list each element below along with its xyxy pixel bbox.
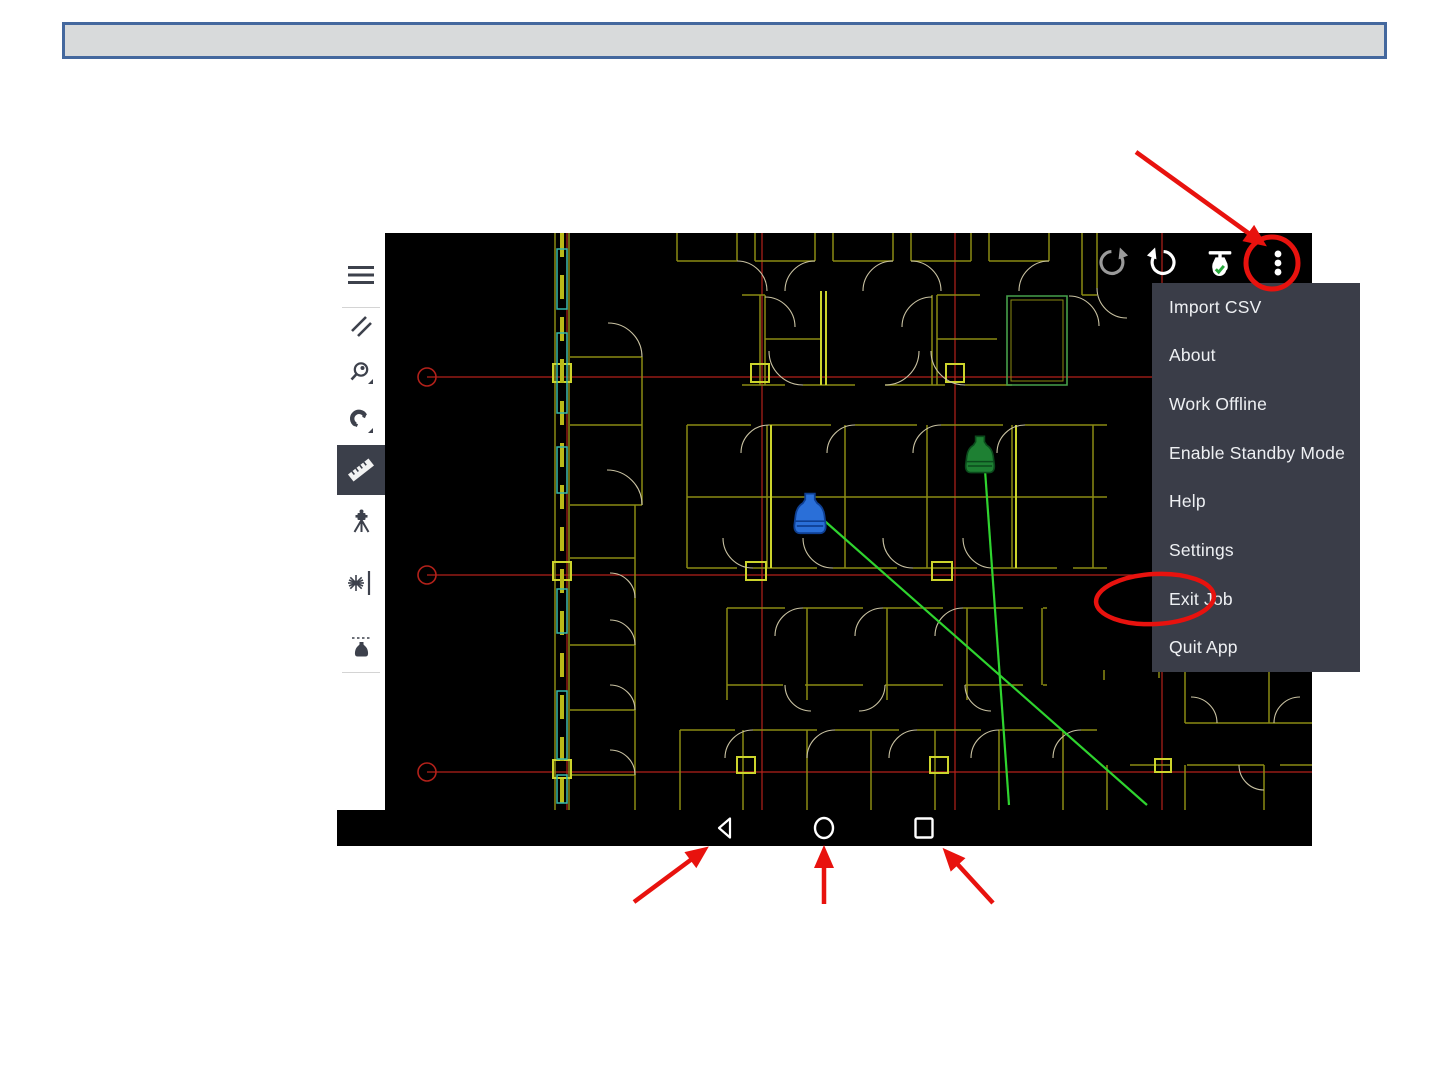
- menu-item-quit-app[interactable]: Quit App: [1152, 623, 1360, 672]
- prism-tool[interactable]: [337, 625, 385, 669]
- android-navbar: [337, 810, 1312, 846]
- prism-icon: [351, 636, 371, 656]
- app-window: Import CSV About Work Offline Enable Sta…: [337, 233, 1360, 846]
- menu-item-work-offline[interactable]: Work Offline: [1152, 380, 1360, 429]
- wall-accents: [552, 291, 1172, 779]
- hamburger-icon: [348, 266, 374, 284]
- total-station-tool[interactable]: [337, 499, 385, 543]
- measure-tool-selected[interactable]: [337, 445, 385, 495]
- magnifier-icon: [350, 361, 373, 384]
- arrow-to-back-button: [632, 846, 709, 904]
- overflow-menu-icon: [1274, 250, 1282, 276]
- recents-button[interactable]: [911, 815, 937, 841]
- menu-item-enable-standby-mode[interactable]: Enable Standby Mode: [1152, 429, 1360, 478]
- ruler-icon: [347, 458, 375, 482]
- draw-line-icon: [351, 316, 372, 337]
- hamburger-menu-button[interactable]: [337, 253, 385, 297]
- prism-marker-blue[interactable]: [793, 492, 827, 535]
- measurement-lines: [818, 469, 1148, 806]
- tool-sidebar: [337, 240, 385, 810]
- menu-item-exit-job[interactable]: Exit Job: [1152, 575, 1360, 624]
- instrument-check-button[interactable]: [1203, 246, 1237, 280]
- laser-icon: [348, 571, 371, 595]
- overflow-menu-button[interactable]: [1261, 246, 1295, 280]
- home-button[interactable]: [811, 815, 837, 841]
- green-room: [1006, 295, 1068, 386]
- home-icon: [813, 816, 835, 840]
- tutorial-page: { "header_box": { "text": "" }, "app": {…: [0, 0, 1440, 1080]
- recents-icon: [914, 817, 934, 839]
- title-placeholder-box: [62, 22, 1387, 59]
- back-icon: [717, 817, 732, 839]
- zoom-tool[interactable]: [337, 351, 385, 395]
- overflow-menu: Import CSV About Work Offline Enable Sta…: [1152, 283, 1360, 672]
- back-button[interactable]: [712, 815, 738, 841]
- menu-item-settings[interactable]: Settings: [1152, 526, 1360, 575]
- cad-canvas[interactable]: Import CSV About Work Offline Enable Sta…: [385, 233, 1360, 810]
- redo-button[interactable]: [1095, 246, 1129, 280]
- prism-marker-green[interactable]: [964, 435, 996, 474]
- snap-tool[interactable]: [337, 399, 385, 443]
- laser-tool[interactable]: [337, 561, 385, 605]
- sidebar-divider: [342, 672, 380, 673]
- undo-button[interactable]: [1146, 246, 1180, 280]
- total-station-icon: [353, 509, 369, 533]
- menu-item-about[interactable]: About: [1152, 332, 1360, 381]
- menu-item-import-csv[interactable]: Import CSV: [1152, 283, 1360, 332]
- arrow-to-overflow-menu: [1134, 150, 1267, 247]
- menu-item-help[interactable]: Help: [1152, 478, 1360, 527]
- draw-line-tool[interactable]: [337, 303, 385, 347]
- arrow-to-recents-button: [942, 847, 995, 905]
- magnet-icon: [349, 409, 373, 433]
